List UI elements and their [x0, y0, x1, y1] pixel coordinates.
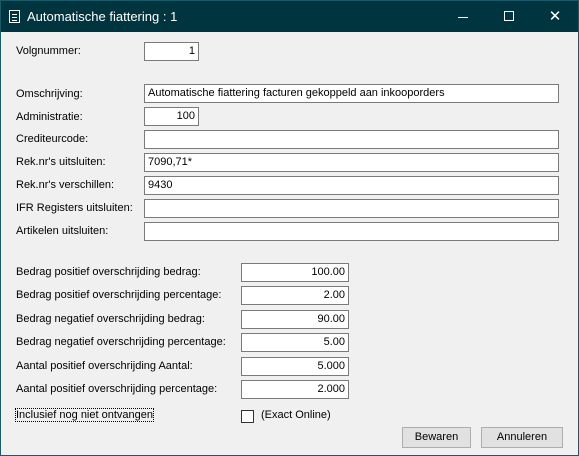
close-icon: ✕	[548, 8, 562, 25]
dialog-window: Automatische fiattering : 1 ✕ Volgnummer…	[0, 0, 579, 456]
omschrijving-label: Omschrijving:	[16, 88, 83, 100]
amount-field[interactable]: 2.000	[241, 380, 349, 399]
maximize-button[interactable]	[486, 1, 532, 32]
reknr-verschillen-label: Rek.nr's verschillen:	[16, 179, 115, 191]
amount-label: Bedrag positief overschrijding percentag…	[16, 289, 222, 301]
amount-field[interactable]: 2.00	[241, 286, 349, 305]
crediteurcode-field[interactable]	[144, 130, 559, 149]
reknr-uitsluiten-field[interactable]: 7090,71*	[144, 153, 559, 172]
inclusief-checkbox[interactable]	[241, 410, 254, 423]
administratie-field[interactable]: 100	[144, 107, 199, 126]
crediteurcode-label: Crediteurcode:	[16, 133, 89, 145]
amount-label: Bedrag negatief overschrijding percentag…	[16, 336, 226, 348]
inclusief-label[interactable]: Inclusief nog niet ontvangen	[15, 408, 154, 422]
minimize-icon	[458, 17, 468, 18]
amount-field[interactable]: 90.00	[241, 310, 349, 329]
volgnummer-label: Volgnummer:	[16, 45, 81, 57]
volgnummer-field[interactable]: 1	[144, 42, 199, 61]
document-icon	[9, 10, 20, 23]
amount-label: Aantal positief overschrijding Aantal:	[16, 360, 193, 372]
amount-label: Bedrag negatief overschrijding bedrag:	[16, 313, 205, 325]
minimize-button[interactable]	[440, 1, 486, 32]
cancel-button[interactable]: Annuleren	[481, 427, 563, 448]
amount-label: Aantal positief overschrijding percentag…	[16, 383, 218, 395]
amount-field[interactable]: 5.000	[241, 357, 349, 376]
maximize-icon	[504, 11, 514, 21]
window-title: Automatische fiattering : 1	[27, 9, 178, 24]
close-button[interactable]: ✕	[532, 1, 578, 32]
administratie-label: Administratie:	[16, 111, 83, 123]
artikelen-label: Artikelen uitsluiten:	[16, 225, 109, 237]
omschrijving-field[interactable]: Automatische fiattering facturen gekoppe…	[144, 84, 559, 103]
ifr-registers-field[interactable]	[144, 199, 559, 218]
reknr-verschillen-field[interactable]: 9430	[144, 176, 559, 195]
amount-label: Bedrag positief overschrijding bedrag:	[16, 266, 201, 278]
amount-field[interactable]: 100.00	[241, 263, 349, 282]
ifr-registers-label: IFR Registers uitsluiten:	[16, 202, 133, 214]
reknr-uitsluiten-label: Rek.nr's uitsluiten:	[16, 156, 106, 168]
exact-online-note: (Exact Online)	[261, 409, 331, 421]
title-bar[interactable]: Automatische fiattering : 1 ✕	[1, 1, 578, 32]
amount-field[interactable]: 5.00	[241, 333, 349, 352]
save-button[interactable]: Bewaren	[402, 427, 471, 448]
artikelen-field[interactable]	[144, 222, 559, 241]
